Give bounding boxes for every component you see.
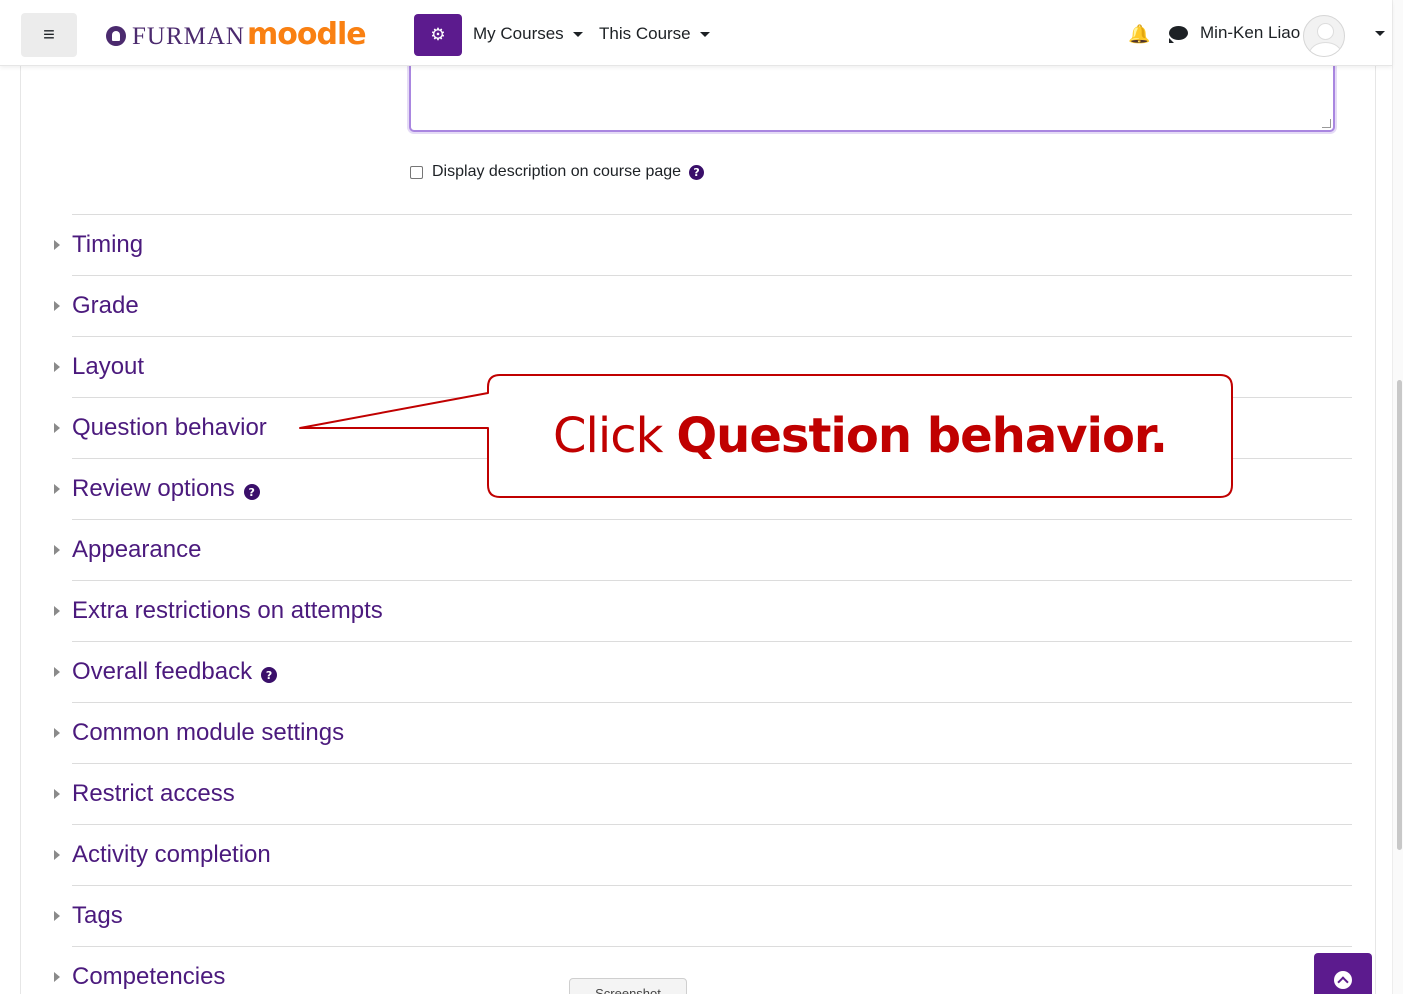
my-courses-label: My Courses: [473, 24, 564, 43]
section-header[interactable]: Activity completion: [48, 824, 1352, 885]
section-header[interactable]: Extra restrictions on attempts: [48, 580, 1352, 641]
top-navbar: ≡ FURMAN moodle ⚙ My Courses This Course…: [0, 0, 1392, 66]
callout-emphasis: Question behavior.: [676, 408, 1168, 464]
section-label[interactable]: Grade: [72, 292, 139, 320]
section-label[interactable]: Question behavior: [72, 414, 267, 442]
section-label-text[interactable]: Review options: [72, 475, 235, 503]
chevron-right-icon[interactable]: [54, 240, 60, 250]
brand-furman-text: FURMAN: [132, 23, 245, 50]
chevron-right-icon[interactable]: [54, 911, 60, 921]
chevron-right-icon[interactable]: [54, 606, 60, 616]
section-header[interactable]: Appearance: [48, 519, 1352, 580]
section-label-text[interactable]: Question behavior: [72, 414, 267, 442]
section-label[interactable]: Appearance: [72, 536, 201, 564]
help-icon[interactable]: ?: [261, 667, 278, 683]
section-label-text[interactable]: Restrict access: [72, 780, 235, 808]
callout-prefix: Click: [553, 408, 663, 464]
screenshot-tab[interactable]: Screenshot: [569, 978, 687, 994]
display-description-row: Display description on course page ?: [410, 163, 705, 181]
section-label-text[interactable]: Timing: [72, 231, 143, 259]
section-label-text[interactable]: Grade: [72, 292, 139, 320]
cogs-icon[interactable]: ⚙: [414, 14, 462, 56]
section-label-text[interactable]: Extra restrictions on attempts: [72, 597, 383, 625]
section-label[interactable]: Overall feedback?: [72, 658, 278, 686]
hamburger-icon[interactable]: ≡: [21, 13, 77, 57]
chat-bubble-icon[interactable]: [1169, 26, 1188, 43]
section-label[interactable]: Restrict access: [72, 780, 235, 808]
section-header[interactable]: Tags: [48, 885, 1352, 946]
this-course-label: This Course: [599, 24, 691, 43]
section-label[interactable]: Common module settings: [72, 719, 344, 747]
section-label-text[interactable]: Activity completion: [72, 841, 271, 869]
site-logo[interactable]: FURMAN moodle: [106, 17, 367, 52]
section-label[interactable]: Activity completion: [72, 841, 271, 869]
back-to-top-button[interactable]: [1314, 953, 1372, 994]
chevron-right-icon[interactable]: [54, 423, 60, 433]
section-label[interactable]: Review options?: [72, 475, 260, 503]
chevron-down-icon: [572, 31, 583, 37]
section-header[interactable]: Common module settings: [48, 702, 1352, 763]
chevron-right-icon[interactable]: [54, 301, 60, 311]
help-icon[interactable]: ?: [243, 484, 260, 500]
section-label-text[interactable]: Appearance: [72, 536, 201, 564]
section-header[interactable]: Competencies: [48, 946, 1352, 994]
scrollbar-thumb[interactable]: [1397, 380, 1402, 850]
my-courses-menu[interactable]: My Courses: [473, 24, 583, 44]
chevron-right-icon[interactable]: [54, 850, 60, 860]
chevron-right-icon[interactable]: [54, 972, 60, 982]
section-label[interactable]: Extra restrictions on attempts: [72, 597, 383, 625]
display-description-label: Display description on course page: [432, 163, 682, 180]
section-header[interactable]: Grade: [48, 275, 1352, 336]
section-header[interactable]: Restrict access: [48, 763, 1352, 824]
arrow-up-icon: [1334, 971, 1352, 989]
section-label-text[interactable]: Competencies: [72, 963, 225, 991]
help-icon[interactable]: ?: [689, 164, 705, 180]
chevron-down-icon: [699, 31, 710, 37]
section-label[interactable]: Timing: [72, 231, 143, 259]
chevron-right-icon[interactable]: [54, 545, 60, 555]
section-label[interactable]: Layout: [72, 353, 144, 381]
section-label[interactable]: Competencies: [72, 963, 225, 991]
section-label-text[interactable]: Layout: [72, 353, 144, 381]
brand-moodle-text: moodle: [246, 17, 367, 52]
section-label[interactable]: Tags: [72, 902, 123, 930]
section-label-text[interactable]: Overall feedback: [72, 658, 252, 686]
chevron-right-icon[interactable]: [54, 667, 60, 677]
chevron-right-icon[interactable]: [54, 362, 60, 372]
callout-text: Click Question behavior.: [488, 375, 1232, 497]
section-header[interactable]: Overall feedback?: [48, 641, 1352, 702]
avatar[interactable]: [1303, 15, 1345, 57]
display-description-checkbox[interactable]: [410, 165, 423, 179]
chevron-right-icon[interactable]: [54, 484, 60, 494]
section-header[interactable]: Timing: [48, 214, 1352, 275]
user-menu-chevron-icon[interactable]: [1375, 31, 1385, 36]
furman-seal-icon: [106, 26, 126, 46]
section-label-text[interactable]: Common module settings: [72, 719, 344, 747]
bell-icon[interactable]: 🔔: [1128, 24, 1150, 45]
user-name[interactable]: Min-Ken Liao: [1200, 23, 1300, 43]
chevron-right-icon[interactable]: [54, 728, 60, 738]
section-label-text[interactable]: Tags: [72, 902, 123, 930]
chevron-right-icon[interactable]: [54, 789, 60, 799]
this-course-menu[interactable]: This Course: [599, 24, 710, 44]
